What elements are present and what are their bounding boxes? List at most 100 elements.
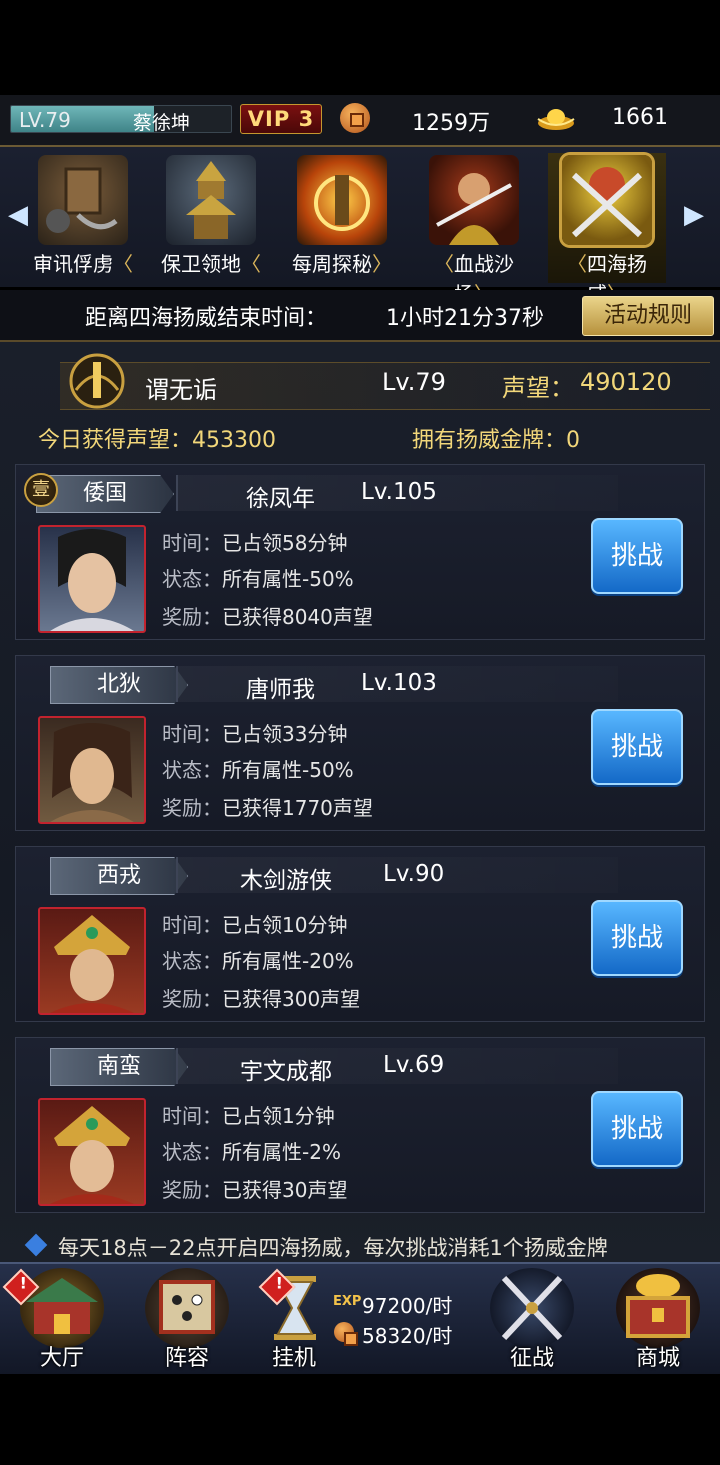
occupant-portrait[interactable] bbox=[38, 525, 146, 633]
occupant-portrait[interactable] bbox=[38, 907, 146, 1015]
challenge-button[interactable]: 挑战 bbox=[591, 900, 683, 976]
status-label: 状态： bbox=[162, 949, 222, 973]
exp-rate: 97200/时 bbox=[362, 1294, 453, 1318]
gold-amount: 1661 bbox=[612, 105, 668, 130]
challenge-button[interactable]: 挑战 bbox=[591, 518, 683, 594]
status-effect: 所有属性-20% bbox=[222, 949, 354, 973]
tab-weekly-explore[interactable]: 每周探秘〉 bbox=[283, 153, 401, 283]
pagoda-tower-icon bbox=[166, 155, 256, 245]
time-label: 时间： bbox=[162, 913, 222, 937]
copper-coin-icon bbox=[340, 103, 370, 133]
bottom-nav: 大厅 阵容 挂机 EXP 97200/时 58320/时 征战 商城 bbox=[0, 1262, 720, 1374]
tab-bloody-battlefield[interactable]: 〈血战沙场〉 bbox=[415, 153, 533, 306]
top-status-bar: LV.79 蔡徐坤 VIP 3 1259万 1661 bbox=[0, 95, 720, 147]
main-panel: 谓无诟 Lv.79 声望： 490120 今日获得声望：453300 拥有扬威金… bbox=[0, 342, 720, 1262]
occupy-time: 已占领10分钟 bbox=[222, 913, 348, 937]
occupant-name: 徐凤年 bbox=[246, 486, 315, 512]
reward-value: 已获得30声望 bbox=[222, 1178, 348, 1202]
tab-defend-territory[interactable]: 保卫领地〈 bbox=[152, 153, 270, 283]
status-label: 状态： bbox=[162, 758, 222, 782]
nav-formation[interactable]: 阵容 bbox=[125, 1264, 245, 1374]
tab-label: 审讯俘虏 bbox=[33, 252, 113, 276]
reward-label: 奖励： bbox=[162, 605, 222, 629]
event-rules-button[interactable]: 活动规则 bbox=[582, 296, 714, 336]
nav-shop[interactable]: 商城 bbox=[596, 1264, 716, 1374]
reward-value: 已获得8040声望 bbox=[222, 605, 373, 629]
status-label: 状态： bbox=[162, 567, 222, 591]
reward-label: 奖励： bbox=[162, 987, 222, 1011]
occupant-card: 倭国 壹 徐凤年 Lv.105 时间：已占领58分钟 状态：所有属性-50% 奖… bbox=[15, 464, 705, 640]
player-name: 蔡徐坤 bbox=[133, 112, 191, 133]
occupant-card: 北狄 唐师我 Lv.103 时间：已占领33分钟 状态：所有属性-50% 奖励：… bbox=[15, 655, 705, 831]
timer-label: 距离四海扬威结束时间： bbox=[85, 306, 328, 331]
occupant-name: 宇文成都 bbox=[240, 1059, 332, 1085]
tab-prisoner-interrogation[interactable]: 审讯俘虏〈 bbox=[24, 153, 142, 283]
occupy-time: 已占领58分钟 bbox=[222, 531, 348, 555]
nav-hall[interactable]: 大厅 bbox=[0, 1264, 120, 1374]
exp-tag: EXP bbox=[333, 1294, 362, 1309]
region-label: 西戎 bbox=[50, 857, 188, 895]
time-label: 时间： bbox=[162, 722, 222, 746]
occupant-portrait[interactable] bbox=[38, 716, 146, 824]
occupant-level: Lv.69 bbox=[383, 1052, 445, 1078]
prisoner-interrogation-icon bbox=[38, 155, 128, 245]
my-level: Lv.79 bbox=[382, 368, 446, 396]
flaming-gate-icon bbox=[297, 155, 387, 245]
event-timer-row: 距离四海扬威结束时间： 1小时21分37秒 活动规则 bbox=[0, 290, 720, 342]
medal-count: 拥有扬威金牌：0 bbox=[412, 428, 580, 453]
occupant-level: Lv.103 bbox=[361, 670, 437, 696]
time-label: 时间： bbox=[162, 1104, 222, 1128]
rank-emblem-icon bbox=[69, 353, 125, 409]
challenge-button[interactable]: 挑战 bbox=[591, 709, 683, 785]
my-name: 谓无诟 bbox=[145, 376, 217, 404]
challenge-button[interactable]: 挑战 bbox=[591, 1091, 683, 1167]
occupy-time: 已占领1分钟 bbox=[222, 1104, 335, 1128]
occupant-level: Lv.90 bbox=[383, 861, 445, 887]
reward-label: 奖励： bbox=[162, 796, 222, 820]
tab-four-seas[interactable]: 〈四海扬威〉 bbox=[548, 153, 666, 306]
player-level: LV.79 bbox=[19, 108, 71, 132]
rank-one-badge-icon: 壹 bbox=[24, 473, 58, 507]
reward-value: 已获得1770声望 bbox=[222, 796, 373, 820]
warrior-general-icon bbox=[429, 155, 519, 245]
nav-label: 挂机 bbox=[271, 1346, 316, 1371]
nav-label: 阵容 bbox=[164, 1346, 209, 1371]
nav-idle[interactable]: 挂机 bbox=[252, 1264, 462, 1374]
coin-amount: 1259万 bbox=[412, 111, 490, 136]
occupant-name: 唐师我 bbox=[246, 677, 315, 703]
occupant-level: Lv.105 bbox=[361, 479, 437, 505]
crossed-swords-demon-icon bbox=[562, 155, 652, 245]
occupant-card: 南蛮 宇文成都 Lv.69 时间：已占领1分钟 状态：所有属性-2% 奖励：已获… bbox=[15, 1037, 705, 1213]
treasure-chest-icon bbox=[616, 1268, 700, 1348]
my-prestige-value: 490120 bbox=[580, 368, 672, 396]
occupy-time: 已占领33分钟 bbox=[222, 722, 348, 746]
level-bar: LV.79 蔡徐坤 bbox=[10, 105, 232, 133]
tab-label: 保卫领地 bbox=[161, 252, 241, 276]
occupant-name: 木剑游侠 bbox=[240, 868, 332, 894]
occupant-portrait[interactable] bbox=[38, 1098, 146, 1206]
gold-ingot-icon bbox=[537, 109, 575, 130]
nav-label: 征战 bbox=[509, 1346, 554, 1371]
timer-value: 1小时21分37秒 bbox=[386, 306, 544, 331]
status-effect: 所有属性-50% bbox=[222, 758, 354, 782]
formation-scroll-icon bbox=[145, 1268, 229, 1348]
reward-label: 奖励： bbox=[162, 1178, 222, 1202]
vip-badge[interactable]: VIP 3 bbox=[240, 104, 322, 134]
nav-campaign[interactable]: 征战 bbox=[470, 1264, 590, 1374]
region-label: 北狄 bbox=[50, 666, 188, 704]
occupant-card: 西戎 木剑游侠 Lv.90 时间：已占领10分钟 状态：所有属性-20% 奖励：… bbox=[15, 846, 705, 1022]
scroll-right-arrow-icon[interactable]: ▶ bbox=[682, 197, 706, 233]
nav-label: 大厅 bbox=[39, 1346, 84, 1371]
reward-value: 已获得300声望 bbox=[222, 987, 361, 1011]
status-effect: 所有属性-2% bbox=[222, 1140, 341, 1164]
my-prestige-label: 声望： bbox=[502, 374, 574, 402]
event-tab-strip: ◀ 审讯俘虏〈 保卫领地〈 每周探秘〉 〈血战沙场〉 〈四海扬威〉 ▶ bbox=[0, 147, 720, 306]
time-label: 时间： bbox=[162, 531, 222, 555]
region-label: 南蛮 bbox=[50, 1048, 188, 1086]
today-prestige: 今日获得声望：453300 bbox=[38, 428, 276, 453]
coin-rate: 58320/时 bbox=[362, 1324, 453, 1348]
nav-label: 商城 bbox=[635, 1346, 680, 1371]
status-effect: 所有属性-50% bbox=[222, 567, 354, 591]
copper-coin-icon bbox=[334, 1322, 358, 1346]
event-footnote: 每天18点－22点开启四海扬威，每次挑战消耗1个扬威金牌 bbox=[58, 1236, 608, 1260]
